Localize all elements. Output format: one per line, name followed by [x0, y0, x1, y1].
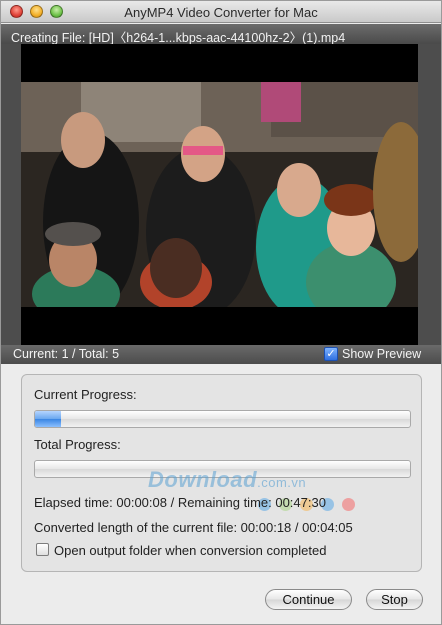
open-folder-label[interactable]: Open output folder when conversion compl… [54, 543, 326, 558]
elapsed-time-text: Elapsed time: 00:00:08 / Remaining time:… [34, 495, 326, 510]
show-preview-checkbox[interactable]: ✓ [324, 347, 338, 361]
current-progress-fill [35, 411, 62, 427]
video-frame-image [21, 82, 418, 307]
creating-file-bar: Creating File: [HD]〈h264-1...kbps-aac-44… [1, 24, 441, 44]
file-count-text: Current: 1 / Total: 5 [13, 347, 120, 361]
continue-button[interactable]: Continue [265, 589, 352, 610]
current-progress-bar [34, 410, 411, 428]
video-preview-frame [1, 44, 441, 345]
total-progress-label: Total Progress: [34, 437, 121, 452]
video-preview [21, 44, 418, 345]
current-progress-label: Current Progress: [34, 387, 137, 402]
watermark-dot [342, 498, 355, 511]
converter-window: AnyMP4 Video Converter for Mac Creating … [0, 0, 442, 625]
watermark-logo: Download.com.vn [148, 467, 307, 492]
window-title: AnyMP4 Video Converter for Mac [124, 5, 318, 20]
title-bar[interactable]: AnyMP4 Video Converter for Mac [1, 1, 441, 23]
progress-panel: Current Progress: Total Progress: Downlo… [21, 374, 422, 572]
open-folder-checkbox[interactable] [36, 543, 49, 556]
status-bar: Current: 1 / Total: 5 ✓ Show Preview [1, 345, 441, 364]
stop-button[interactable]: Stop [366, 589, 423, 610]
show-preview-label[interactable]: Show Preview [342, 347, 421, 361]
converted-length-text: Converted length of the current file: 00… [34, 520, 353, 535]
